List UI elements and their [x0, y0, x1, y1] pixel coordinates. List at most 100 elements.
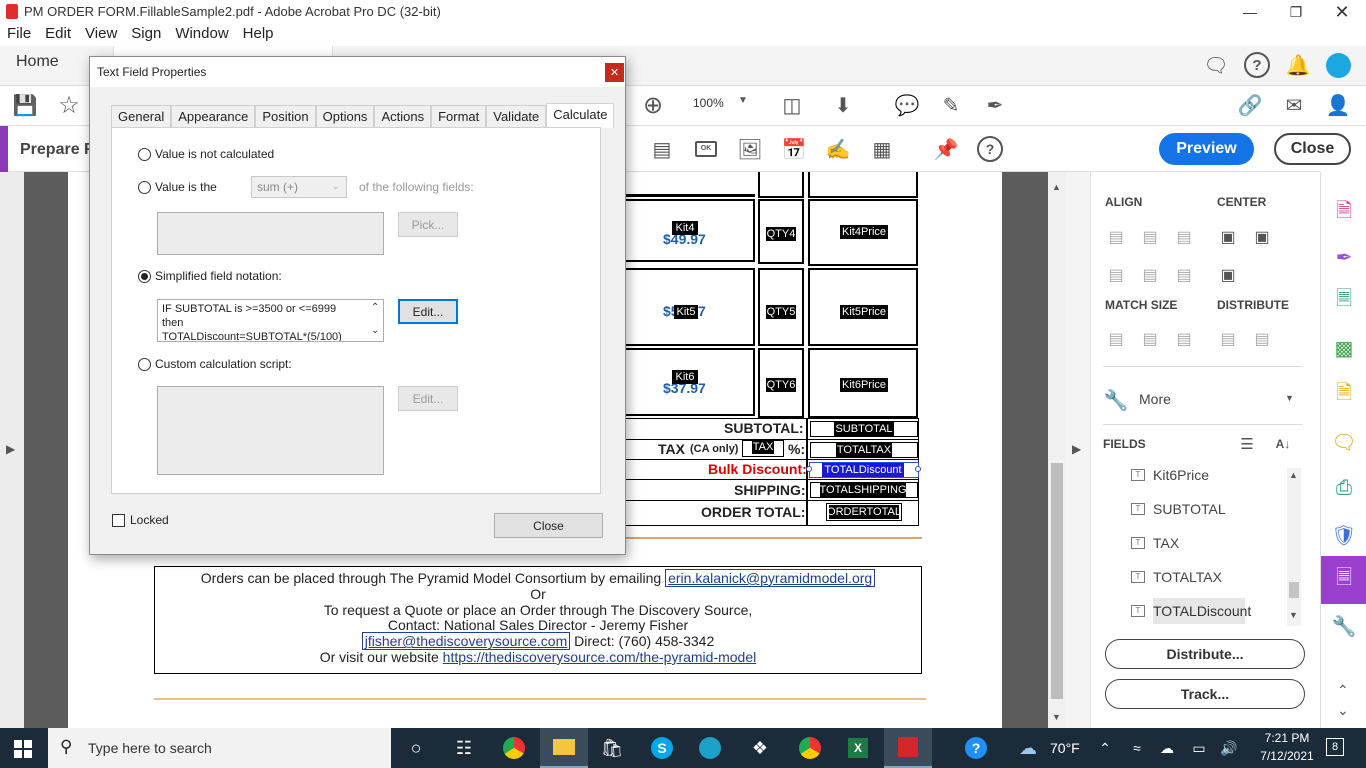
save-icon[interactable]: 💾	[12, 92, 38, 118]
signature-field-icon[interactable]: ✍	[824, 136, 852, 162]
track-button[interactable]: Track...	[1105, 679, 1305, 709]
cortana-icon[interactable]: ○	[392, 728, 440, 768]
collapse-right-icon[interactable]: ▶	[1072, 442, 1081, 456]
notation-scroll-up-icon[interactable]: ⌃	[371, 301, 379, 315]
fields-scrollbar[interactable]: ▲ ▼	[1287, 468, 1301, 626]
match-height-icon[interactable]: ▤	[1139, 328, 1161, 350]
export-pdf-icon[interactable]: 🗏	[1331, 288, 1357, 314]
mail-icon[interactable]: ✉	[1281, 92, 1307, 118]
kit6-field[interactable]: Kit6	[672, 370, 698, 384]
totalshipping-field[interactable]: TOTALSHIPPING	[820, 483, 907, 497]
notation-scroll-down-icon[interactable]: ⌄	[371, 324, 379, 338]
totaldiscount-field[interactable]: TOTALDiscount	[822, 463, 904, 477]
fields-scroll-up-icon[interactable]: ▲	[1289, 470, 1298, 480]
avatar[interactable]	[1326, 53, 1351, 78]
restore-button[interactable]: ❐	[1273, 0, 1319, 24]
tab-position[interactable]: Position	[255, 105, 316, 128]
edit-notation-button[interactable]: Edit...	[398, 299, 458, 324]
radio-value-is[interactable]	[138, 181, 151, 194]
chrome-profile-icon[interactable]	[786, 728, 834, 768]
window-close-button[interactable]: ✕	[1319, 0, 1365, 24]
tab-actions[interactable]: Actions	[374, 105, 432, 128]
scroll-up-icon[interactable]: ▲	[1052, 182, 1061, 192]
align-top-icon[interactable]: ▤	[1105, 264, 1127, 286]
comments-icon[interactable]: 🗨	[1203, 52, 1229, 78]
center-both-icon[interactable]: ▣	[1217, 264, 1239, 286]
weather-temp[interactable]: 70°F	[1050, 740, 1080, 756]
form-help-icon[interactable]: ?	[977, 136, 1003, 162]
date-field-icon[interactable]: 📅	[780, 136, 808, 162]
close-form-button[interactable]: Close	[1274, 133, 1351, 165]
chrome-icon[interactable]	[490, 728, 538, 768]
resize-handle[interactable]	[915, 466, 921, 472]
menu-view[interactable]: View	[78, 24, 124, 44]
help-icon[interactable]: ?	[1244, 52, 1270, 78]
menu-help[interactable]: Help	[236, 24, 281, 44]
preview-button[interactable]: Preview	[1159, 133, 1254, 165]
radio-simplified[interactable]	[138, 270, 151, 283]
radio-not-calculated[interactable]	[138, 148, 151, 161]
button-field-icon[interactable]: OK	[695, 141, 717, 157]
kit4price-field[interactable]: Kit4Price	[840, 225, 888, 239]
ordertotal-field[interactable]: ORDERTOTAL	[827, 505, 901, 519]
center-horizontal-icon[interactable]: ▣	[1217, 226, 1239, 248]
tab-format[interactable]: Format	[431, 105, 487, 128]
tab-options[interactable]: Options	[315, 105, 375, 128]
sign-pen-icon[interactable]: ✒	[982, 92, 1008, 118]
menu-edit[interactable]: Edit	[38, 24, 78, 44]
protect-icon[interactable]: 🛡	[1331, 522, 1357, 548]
subtotal-field[interactable]: SUBTOTAL	[834, 422, 894, 436]
locked-checkbox[interactable]	[112, 514, 125, 527]
image-field-icon[interactable]: 🖼	[736, 136, 764, 162]
fields-scroll-thumb[interactable]	[1289, 582, 1299, 598]
distribute-horizontal-icon[interactable]: ▤	[1217, 328, 1239, 350]
custom-script-textbox[interactable]	[157, 386, 384, 475]
prepare-form-tool-icon[interactable]: 🗏	[1321, 556, 1366, 604]
tray-chevron-icon[interactable]: ⌃	[1092, 728, 1118, 768]
add-user-icon[interactable]: 👤	[1325, 92, 1351, 118]
organize-pages-icon[interactable]: ▩	[1331, 335, 1357, 361]
tab-home[interactable]: Home	[16, 53, 59, 71]
simplified-notation-textarea[interactable]: IF SUBTOTAL is >=3500 or <=6999 then TOT…	[157, 299, 384, 342]
fields-scroll-down-icon[interactable]: ▼	[1289, 610, 1298, 620]
sort-az-icon[interactable]: A↓	[1269, 434, 1297, 454]
edit-script-button[interactable]: Edit...	[398, 386, 458, 411]
scroll-mode-icon[interactable]: ⬇	[830, 92, 856, 118]
menu-file[interactable]: File	[0, 24, 38, 44]
volume-icon[interactable]: 🔊	[1216, 728, 1242, 768]
windows-start-icon[interactable]	[14, 740, 32, 758]
create-pdf-icon[interactable]: 🗎	[1331, 200, 1357, 226]
task-view-icon[interactable]: ☷	[440, 728, 488, 768]
page-layout-icon[interactable]: ◫	[775, 92, 809, 118]
align-left-icon[interactable]: ▤	[1105, 226, 1127, 248]
barcode-icon[interactable]: ▦	[868, 136, 896, 162]
comment-icon[interactable]: 💬	[894, 92, 920, 118]
zoom-level[interactable]: 100%	[693, 96, 724, 110]
sort-options-icon[interactable]: ☰	[1233, 434, 1261, 454]
rail-scroll-down-icon[interactable]: ⌄	[1337, 702, 1349, 719]
bell-icon[interactable]: 🔔	[1285, 52, 1311, 78]
store-icon[interactable]: 🛍	[588, 728, 636, 768]
kit5price-field[interactable]: Kit5Price	[840, 305, 888, 319]
align-bottom-icon[interactable]: ▤	[1173, 264, 1195, 286]
dropbox-icon[interactable]: ❖	[736, 728, 784, 768]
qty5-field[interactable]: QTY5	[766, 305, 796, 319]
tab-appearance[interactable]: Appearance	[171, 105, 256, 128]
operation-select[interactable]: sum (+) ⌄	[251, 176, 347, 198]
wifi-icon[interactable]: ≈	[1124, 728, 1150, 768]
minimize-button[interactable]: —	[1227, 0, 1273, 24]
email-link-kalanick[interactable]: erin.kalanick@pyramidmodel.org	[665, 569, 876, 587]
align-right-icon[interactable]: ▤	[1173, 226, 1195, 248]
print-production-icon[interactable]: ⎙	[1331, 475, 1357, 501]
skype-icon[interactable]: S	[638, 728, 686, 768]
highlight-pen-icon[interactable]: ✎	[938, 92, 964, 118]
tab-general[interactable]: General	[111, 105, 172, 128]
more-chevron-icon[interactable]: ▼	[1285, 393, 1294, 403]
cloud-sync-icon[interactable]: ☁	[1154, 728, 1180, 768]
expand-left-icon[interactable]: ▶	[6, 442, 15, 456]
fill-sign-icon[interactable]: ✒	[1331, 244, 1357, 270]
dialog-close-button[interactable]: Close	[494, 513, 603, 538]
tax-field[interactable]: TAX	[752, 440, 774, 454]
clock-date[interactable]: 7/12/2021	[1257, 749, 1317, 763]
help-tray-icon[interactable]: ?	[952, 728, 1000, 768]
